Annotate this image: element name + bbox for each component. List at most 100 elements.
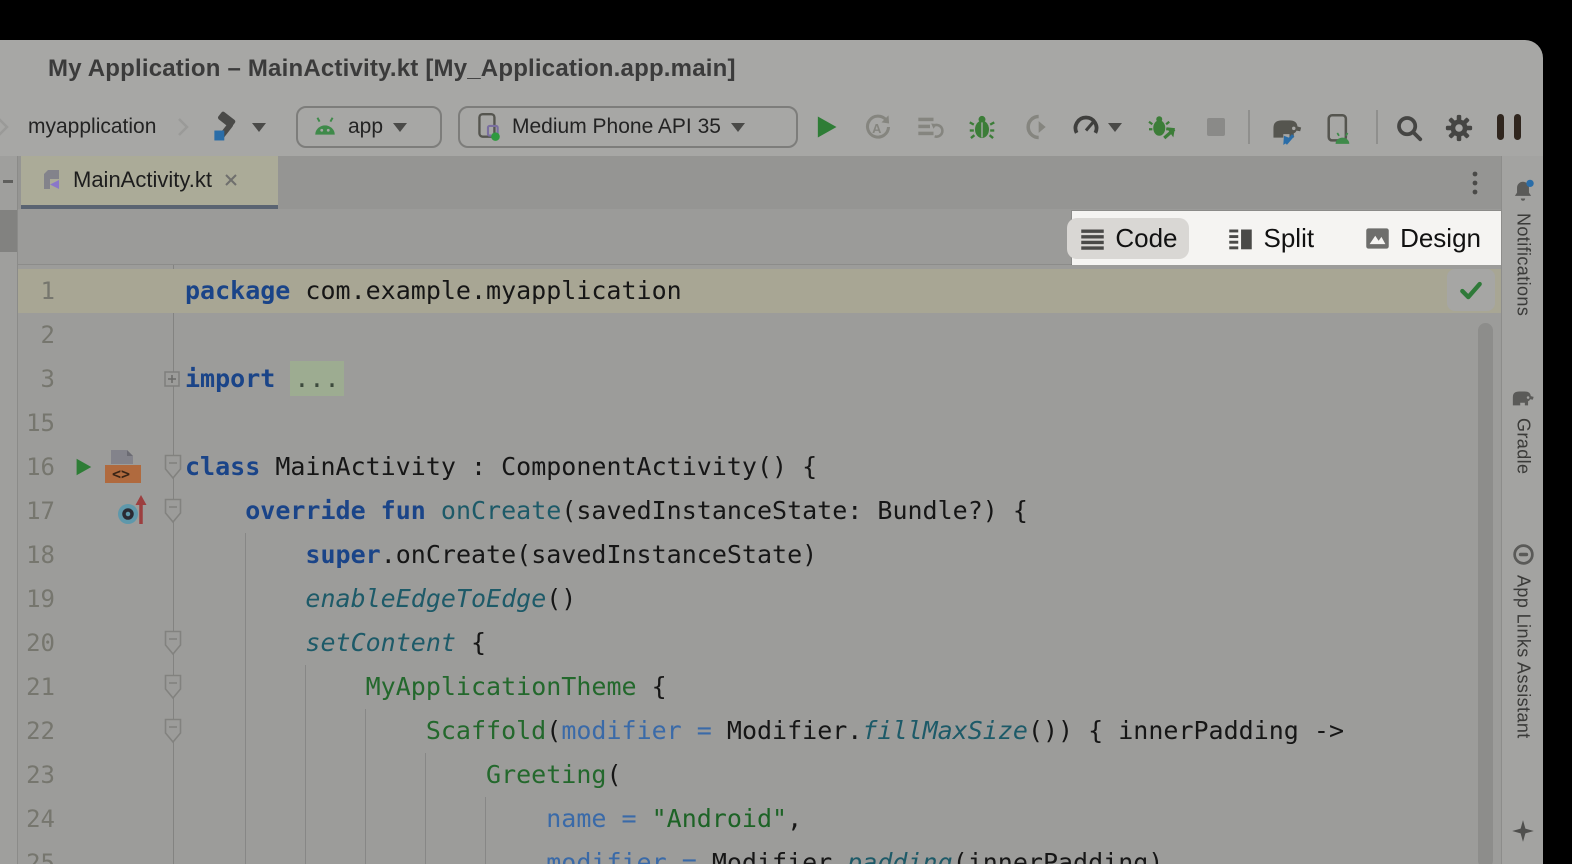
device-label: Medium Phone API 35: [512, 115, 721, 139]
code-line[interactable]: 3import ...: [18, 357, 1501, 401]
module-selector[interactable]: app: [296, 106, 442, 148]
sidebar-item-gradle[interactable]: Gradle: [1502, 386, 1543, 474]
inspections-widget[interactable]: [1447, 269, 1495, 311]
code-line[interactable]: 15: [18, 401, 1501, 445]
sidebar-item-app-links-assistant[interactable]: App Links Assistant: [1502, 542, 1543, 739]
code-line[interactable]: 23 Greeting(: [18, 753, 1501, 797]
stop-button[interactable]: [1204, 115, 1232, 143]
code-line[interactable]: 16<>class MainActivity : ComponentActivi…: [18, 445, 1501, 489]
run-button[interactable]: [812, 113, 840, 141]
profiler-button[interactable]: [1072, 113, 1100, 141]
apply-changes-button[interactable]: A: [864, 113, 892, 141]
sidebar-item-notifications[interactable]: Notifications: [1502, 178, 1543, 316]
code-token: [185, 804, 546, 833]
fold-marker-icon[interactable]: [164, 718, 182, 744]
line-number: 15: [18, 401, 55, 445]
code-line[interactable]: 20 setContent {: [18, 621, 1501, 665]
code-text: class MainActivity : ComponentActivity()…: [185, 445, 817, 489]
line-number: 3: [18, 357, 55, 401]
line-number: 22: [18, 709, 55, 753]
code-line[interactable]: 18 super.onCreate(savedInstanceState): [18, 533, 1501, 577]
avatar[interactable]: [1494, 110, 1524, 140]
code-token: Scaffold: [426, 716, 546, 745]
fold-marker-icon[interactable]: [164, 630, 182, 656]
build-dropdown-caret[interactable]: [252, 98, 266, 156]
line-number: 19: [18, 577, 55, 621]
line-number: 17: [18, 489, 55, 533]
main-toolbar: myapplication app: [0, 98, 1543, 156]
code-line[interactable]: 24 name = "Android",: [18, 797, 1501, 841]
run-icon: [812, 113, 840, 141]
window-title: My Application – MainActivity.kt [My_App…: [48, 40, 736, 98]
fold-marker-icon[interactable]: [164, 454, 182, 480]
split-view-icon: [1227, 225, 1254, 252]
gradle-sync-icon: [1268, 113, 1306, 145]
settings-button[interactable]: [1444, 113, 1472, 141]
view-mode-switcher: Code Split: [1072, 211, 1501, 265]
code-token: [275, 364, 290, 393]
code-token: (innerPadding): [953, 848, 1164, 864]
code-token: (: [546, 716, 561, 745]
attach-debugger-icon: [1020, 113, 1048, 141]
code-token: name =: [546, 804, 651, 833]
code-line[interactable]: 17 override fun onCreate(savedInstanceSt…: [18, 489, 1501, 533]
sparkle-icon: [1510, 818, 1536, 844]
code-editor[interactable]: 1 package com.example.myapplication 23impo…: [18, 265, 1501, 864]
run-class-icon[interactable]: [72, 455, 94, 479]
toolbar-separator: [1376, 110, 1378, 144]
code-token: {: [637, 672, 667, 701]
code-token: setContent: [305, 628, 456, 657]
breadcrumb-chevron-icon: [176, 98, 190, 156]
code-token: com.example.myapplication: [290, 276, 681, 305]
code-token: [185, 760, 486, 789]
device-manager-button[interactable]: [1324, 113, 1352, 141]
line-number: 23: [18, 753, 55, 797]
editor-header: Code Split: [18, 209, 1501, 265]
debug-button[interactable]: [968, 113, 996, 141]
code-text: modifier = Modifier.padding(innerPadding…: [185, 841, 1163, 864]
tab-options-kebab-icon[interactable]: [1463, 170, 1487, 196]
code-token: MainActivity : ComponentActivity() {: [260, 452, 817, 481]
view-mode-code-button[interactable]: Code: [1067, 218, 1189, 259]
code-line[interactable]: 21 MyApplicationTheme {: [18, 665, 1501, 709]
profiler-caret-icon[interactable]: [1108, 98, 1122, 156]
android-studio-window: My Application – MainActivity.kt [My_App…: [0, 40, 1543, 864]
code-line[interactable]: 2: [18, 313, 1501, 357]
code-token: (): [546, 584, 576, 613]
overrides-method-icon[interactable]: [115, 493, 151, 529]
close-icon[interactable]: [222, 171, 240, 189]
svg-text:<>: <>: [112, 465, 130, 483]
tab-mainactivity[interactable]: MainActivity.kt: [21, 156, 278, 209]
toolbar-separator: [1248, 110, 1250, 144]
search-everywhere-button[interactable]: [1394, 113, 1422, 141]
editor-scrollbar[interactable]: [1478, 323, 1493, 864]
view-mode-split-button[interactable]: Split: [1215, 218, 1326, 259]
code-line[interactable]: 1 package com.example.myapplication: [18, 269, 1501, 313]
breadcrumb[interactable]: myapplication: [28, 98, 156, 156]
line-number: 1: [18, 269, 55, 313]
code-line[interactable]: 19 enableEdgeToEdge(): [18, 577, 1501, 621]
attach-debugger-button[interactable]: [1020, 113, 1048, 141]
fold-marker-icon[interactable]: [164, 498, 182, 524]
build-hammer-icon: [208, 110, 242, 144]
code-line[interactable]: 25 modifier = Modifier.padding(innerPadd…: [18, 841, 1501, 864]
code-token: [185, 496, 245, 525]
code-line[interactable]: 22 Scaffold(modifier = Modifier.fillMaxS…: [18, 709, 1501, 753]
gemini-sparkle-button[interactable]: [1502, 818, 1543, 844]
right-tool-stripe: Notifications Gradle App Links Assistant: [1501, 156, 1543, 864]
view-mode-design-button[interactable]: Design: [1352, 218, 1493, 259]
build-button[interactable]: [208, 98, 242, 156]
kotlin-file-icon: [39, 168, 63, 192]
code-view-label: Code: [1115, 223, 1177, 254]
fold-marker-icon[interactable]: [164, 674, 182, 700]
device-selector[interactable]: Medium Phone API 35: [458, 106, 798, 148]
manifest-component-icon[interactable]: <>: [103, 448, 143, 486]
stripe-block: [0, 210, 17, 252]
code-token: super: [305, 540, 380, 569]
device-caret-icon: [731, 123, 745, 132]
code-token: package: [185, 276, 290, 305]
fold-plus-icon[interactable]: [164, 371, 180, 387]
apply-code-changes-button[interactable]: [916, 113, 944, 141]
gradle-sync-button[interactable]: [1268, 113, 1308, 141]
profile-app-button[interactable]: [1148, 113, 1176, 141]
